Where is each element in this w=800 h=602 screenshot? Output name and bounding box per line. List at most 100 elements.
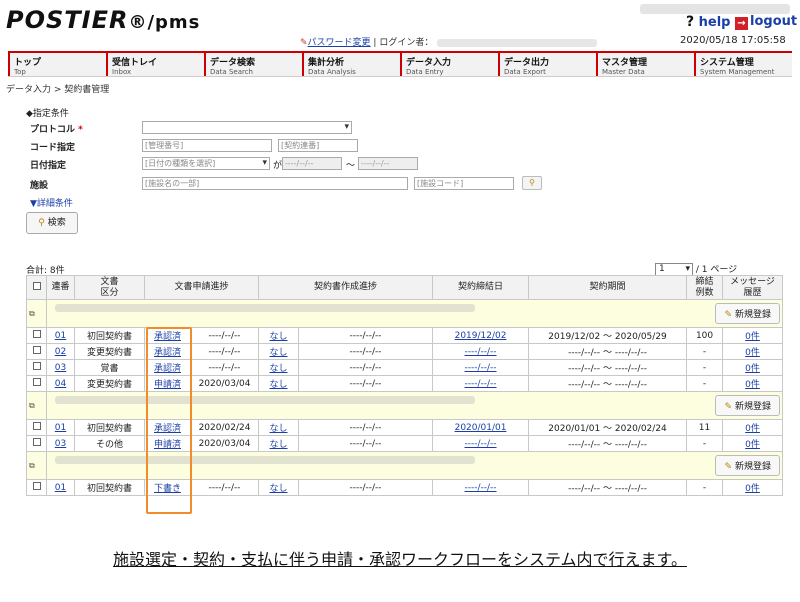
period: ----/--/-- 〜 ----/--/--: [528, 359, 688, 376]
row-checkbox[interactable]: [26, 479, 47, 496]
pen-icon: ✎: [300, 38, 308, 48]
status-link[interactable]: 承認済: [154, 424, 181, 434]
sign-date-link[interactable]: ----/--/--: [465, 483, 497, 493]
status-link[interactable]: 承認済: [154, 332, 181, 342]
status-link-cell: 申請済: [144, 375, 191, 392]
status-date: ----/--/--: [189, 327, 260, 344]
sign-date-link-cell: ----/--/--: [432, 343, 530, 360]
seq-link[interactable]: 01: [55, 331, 66, 341]
row-checkbox[interactable]: [26, 343, 47, 360]
seq-link[interactable]: 03: [55, 439, 66, 449]
date-label: 日付指定: [30, 161, 67, 171]
row-checkbox[interactable]: [26, 419, 47, 436]
protocol-select[interactable]: [142, 121, 352, 134]
nav-item-6[interactable]: マスタ管理 Master Data: [596, 53, 694, 76]
new-register-button[interactable]: ✎ 新規登録: [715, 455, 781, 476]
conditions-title: ◆指定条件: [26, 109, 69, 119]
col-create-progress: 契約書作成進捗: [258, 275, 434, 300]
msg-link[interactable]: 0件: [745, 364, 760, 374]
status-link[interactable]: 承認済: [154, 348, 181, 358]
seq-link[interactable]: 01: [55, 483, 66, 493]
logout-icon: →: [735, 17, 748, 30]
seq-link-cell: 03: [46, 435, 75, 452]
seq-link[interactable]: 02: [55, 347, 66, 357]
status-date: 2020/02/24: [189, 419, 260, 436]
create-link[interactable]: なし: [270, 440, 288, 450]
sign-date-link[interactable]: 2019/12/02: [455, 331, 507, 341]
doc-type: 初回契約書: [74, 419, 145, 436]
date-from-input[interactable]: ----/--/--: [282, 157, 342, 170]
create-link[interactable]: なし: [270, 348, 288, 358]
nav-sublabel: Data Entry: [406, 68, 444, 76]
nav-item-0[interactable]: トップ Top: [8, 53, 106, 76]
sign-date-link[interactable]: ----/--/--: [465, 439, 497, 449]
msg-link-cell: 0件: [722, 435, 784, 452]
blurred-facility-name: [55, 303, 475, 312]
seq-link[interactable]: 04: [55, 379, 66, 389]
create-link[interactable]: なし: [270, 364, 288, 374]
header: POSTIER®/pms ? help → logout ✎パスワード変更 | ロ…: [0, 0, 800, 50]
logout-link[interactable]: → logout: [735, 14, 797, 30]
password-change-link[interactable]: パスワード変更: [308, 38, 371, 48]
sign-date-link[interactable]: ----/--/--: [465, 363, 497, 373]
help-link[interactable]: ? help: [686, 14, 731, 30]
row-checkbox[interactable]: [26, 435, 47, 452]
table-row: 01 初回契約書 承認済 2020/02/24 なし ----/--/-- 2020/01/…: [26, 419, 784, 436]
status-link[interactable]: 承認済: [154, 364, 181, 374]
msg-link[interactable]: 0件: [745, 380, 760, 390]
seq-link[interactable]: 01: [55, 423, 66, 433]
msg-link[interactable]: 0件: [745, 424, 760, 434]
nav-item-4[interactable]: データ入力 Data Entry: [400, 53, 498, 76]
status-link[interactable]: 下書き: [154, 484, 181, 494]
date-to-input[interactable]: ----/--/--: [358, 157, 418, 170]
create-link[interactable]: なし: [270, 484, 288, 494]
blurred-facility-name: [55, 455, 475, 464]
seq-link-cell: 01: [46, 327, 75, 344]
nav-item-1[interactable]: 受信トレイ Inbox: [106, 53, 204, 76]
doc-type: 初回契約書: [74, 327, 145, 344]
row-checkbox[interactable]: [26, 359, 47, 376]
sign-date-link[interactable]: ----/--/--: [465, 347, 497, 357]
row-checkbox[interactable]: [26, 375, 47, 392]
seq-link-cell: 04: [46, 375, 75, 392]
search-button[interactable]: ⚲ 検索: [26, 212, 78, 234]
facility-search-button[interactable]: ⚲: [522, 176, 542, 190]
status-link[interactable]: 申請済: [154, 440, 181, 450]
nav-sublabel: Data Export: [504, 68, 546, 76]
create-link[interactable]: なし: [270, 380, 288, 390]
management-number-input[interactable]: [管理番号]: [142, 139, 272, 152]
group-row: ⧉ ✎ 新規登録: [26, 391, 784, 420]
sign-date-link[interactable]: 2020/01/01: [455, 423, 507, 433]
msg-link[interactable]: 0件: [745, 484, 760, 494]
msg-link-cell: 0件: [722, 479, 784, 496]
create-link[interactable]: なし: [270, 424, 288, 434]
nav-item-5[interactable]: データ出力 Data Export: [498, 53, 596, 76]
nav-label: システム管理: [700, 58, 754, 68]
count: 100: [686, 327, 724, 344]
seq-link[interactable]: 03: [55, 363, 66, 373]
status-link-cell: 承認済: [144, 327, 191, 344]
count: -: [686, 435, 724, 452]
contract-seq-input[interactable]: [契約連番]: [278, 139, 358, 152]
facility-code-input[interactable]: [施設コード]: [414, 177, 514, 190]
msg-link[interactable]: 0件: [745, 348, 760, 358]
msg-link[interactable]: 0件: [745, 332, 760, 342]
nav-item-7[interactable]: システム管理 System Management: [694, 53, 792, 76]
date-type-select[interactable]: [日付の種類を選択]: [142, 157, 270, 170]
status-link[interactable]: 申請済: [154, 380, 181, 390]
detail-conditions-link[interactable]: ▼詳細条件: [30, 196, 73, 209]
nav-sublabel: Top: [14, 68, 26, 76]
sign-date-link-cell: ----/--/--: [432, 435, 530, 452]
select-all-checkbox[interactable]: [26, 275, 47, 300]
nav-item-2[interactable]: データ検索 Data Search: [204, 53, 302, 76]
status-date: ----/--/--: [189, 479, 260, 496]
msg-link[interactable]: 0件: [745, 440, 760, 450]
status-link-cell: 下書き: [144, 479, 191, 496]
facility-name-input[interactable]: [施設名の一部]: [142, 177, 408, 190]
nav-item-3[interactable]: 集計分析 Data Analysis: [302, 53, 400, 76]
new-register-button[interactable]: ✎ 新規登録: [715, 395, 781, 416]
row-checkbox[interactable]: [26, 327, 47, 344]
new-register-button[interactable]: ✎ 新規登録: [715, 303, 781, 324]
sign-date-link[interactable]: ----/--/--: [465, 379, 497, 389]
create-link[interactable]: なし: [270, 332, 288, 342]
